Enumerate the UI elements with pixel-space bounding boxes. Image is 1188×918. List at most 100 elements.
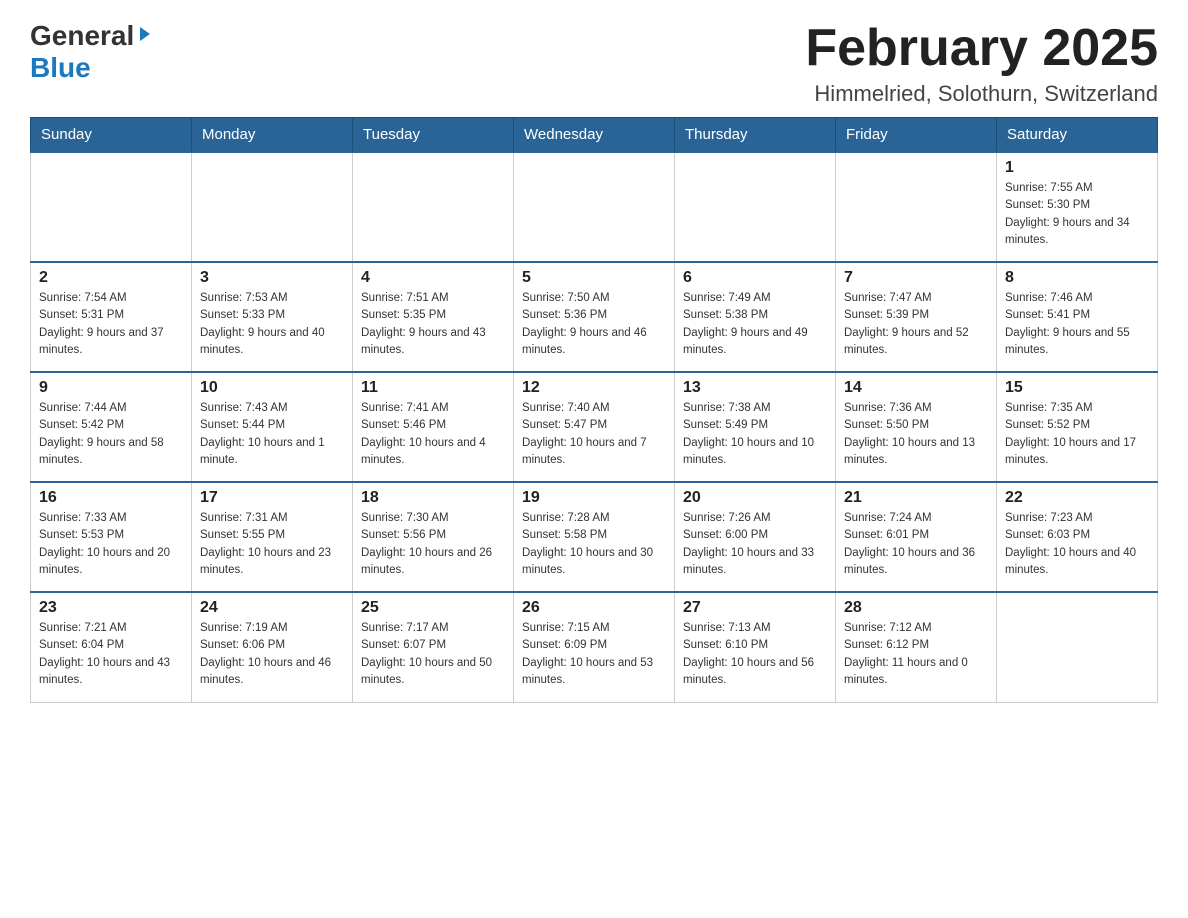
day-number: 6	[683, 269, 827, 287]
logo: General Blue	[30, 20, 154, 84]
day-info: Sunrise: 7:43 AMSunset: 5:44 PMDaylight:…	[200, 400, 344, 469]
day-number: 4	[361, 269, 505, 287]
day-number: 20	[683, 489, 827, 507]
calendar-cell: 8 Sunrise: 7:46 AMSunset: 5:41 PMDaylight…	[997, 262, 1158, 372]
day-info: Sunrise: 7:30 AMSunset: 5:56 PMDaylight:…	[361, 510, 505, 579]
calendar-cell: 14 Sunrise: 7:36 AMSunset: 5:50 PMDayligh…	[836, 372, 997, 482]
day-number: 23	[39, 599, 183, 617]
calendar-cell: 17Sunrise: 7:31 AMSunset: 5:55 PMDayligh…	[192, 482, 353, 592]
day-number: 13	[683, 379, 827, 397]
calendar-cell	[192, 152, 353, 262]
day-info: Sunrise: 7:46 AMSunset: 5:41 PMDaylight:…	[1005, 290, 1149, 359]
calendar-cell: 21Sunrise: 7:24 AMSunset: 6:01 PMDayligh…	[836, 482, 997, 592]
day-number: 18	[361, 489, 505, 507]
day-info: Sunrise: 7:36 AMSunset: 5:50 PMDaylight:…	[844, 400, 988, 469]
day-number: 16	[39, 489, 183, 507]
calendar-cell: 19 Sunrise: 7:28 AMSunset: 5:58 PMDayligh…	[514, 482, 675, 592]
day-number: 19	[522, 489, 666, 507]
calendar-cell: 4 Sunrise: 7:51 AMSunset: 5:35 PMDaylight…	[353, 262, 514, 372]
day-number: 1	[1005, 159, 1149, 177]
day-number: 12	[522, 379, 666, 397]
day-number: 10	[200, 379, 344, 397]
day-info: Sunrise: 7:51 AMSunset: 5:35 PMDaylight:…	[361, 290, 505, 359]
week-row-3: 16 Sunrise: 7:33 AMSunset: 5:53 PMDayligh…	[31, 482, 1158, 592]
calendar-cell: 25 Sunrise: 7:17 AMSunset: 6:07 PMDayligh…	[353, 592, 514, 702]
day-info: Sunrise: 7:53 AMSunset: 5:33 PMDaylight:…	[200, 290, 344, 359]
calendar-cell: 24 Sunrise: 7:19 AMSunset: 6:06 PMDayligh…	[192, 592, 353, 702]
calendar-cell: 22Sunrise: 7:23 AMSunset: 6:03 PMDayligh…	[997, 482, 1158, 592]
day-info: Sunrise: 7:49 AMSunset: 5:38 PMDaylight:…	[683, 290, 827, 359]
day-number: 26	[522, 599, 666, 617]
day-info: Sunrise: 7:28 AMSunset: 5:58 PMDaylight:…	[522, 510, 666, 579]
calendar-cell: 16 Sunrise: 7:33 AMSunset: 5:53 PMDayligh…	[31, 482, 192, 592]
calendar-cell: 10 Sunrise: 7:43 AMSunset: 5:44 PMDayligh…	[192, 372, 353, 482]
day-number: 28	[844, 599, 988, 617]
location-title: Himmelried, Solothurn, Switzerland	[805, 81, 1158, 107]
logo-blue-text: Blue	[30, 52, 91, 83]
month-title: February 2025	[805, 20, 1158, 77]
day-info: Sunrise: 7:24 AMSunset: 6:01 PMDaylight:…	[844, 510, 988, 579]
day-info: Sunrise: 7:55 AMSunset: 5:30 PMDaylight:…	[1005, 180, 1149, 249]
week-row-1: 2Sunrise: 7:54 AMSunset: 5:31 PMDaylight…	[31, 262, 1158, 372]
logo-general-text: General	[30, 20, 134, 52]
day-info: Sunrise: 7:26 AMSunset: 6:00 PMDaylight:…	[683, 510, 827, 579]
calendar-cell: 5Sunrise: 7:50 AMSunset: 5:36 PMDaylight…	[514, 262, 675, 372]
calendar-cell: 27Sunrise: 7:13 AMSunset: 6:10 PMDayligh…	[675, 592, 836, 702]
calendar-cell: 1 Sunrise: 7:55 AMSunset: 5:30 PMDaylight…	[997, 152, 1158, 262]
calendar-cell: 18 Sunrise: 7:30 AMSunset: 5:56 PMDayligh…	[353, 482, 514, 592]
day-info: Sunrise: 7:35 AMSunset: 5:52 PMDaylight:…	[1005, 400, 1149, 469]
calendar-cell: 28 Sunrise: 7:12 AMSunset: 6:12 PMDayligh…	[836, 592, 997, 702]
day-number: 9	[39, 379, 183, 397]
header-monday: Monday	[192, 118, 353, 153]
page-header: General Blue February 2025 Himmelried, S…	[30, 20, 1158, 107]
day-info: Sunrise: 7:21 AMSunset: 6:04 PMDaylight:…	[39, 620, 183, 689]
calendar-cell: 12 Sunrise: 7:40 AMSunset: 5:47 PMDayligh…	[514, 372, 675, 482]
calendar-cell: 15 Sunrise: 7:35 AMSunset: 5:52 PMDayligh…	[997, 372, 1158, 482]
day-info: Sunrise: 7:19 AMSunset: 6:06 PMDaylight:…	[200, 620, 344, 689]
day-number: 3	[200, 269, 344, 287]
day-info: Sunrise: 7:12 AMSunset: 6:12 PMDaylight:…	[844, 620, 988, 689]
calendar-cell: 20 Sunrise: 7:26 AMSunset: 6:00 PMDayligh…	[675, 482, 836, 592]
day-number: 24	[200, 599, 344, 617]
day-info: Sunrise: 7:33 AMSunset: 5:53 PMDaylight:…	[39, 510, 183, 579]
day-number: 14	[844, 379, 988, 397]
title-block: February 2025 Himmelried, Solothurn, Swi…	[805, 20, 1158, 107]
calendar-cell: 11Sunrise: 7:41 AMSunset: 5:46 PMDayligh…	[353, 372, 514, 482]
day-info: Sunrise: 7:40 AMSunset: 5:47 PMDaylight:…	[522, 400, 666, 469]
calendar-cell: 23 Sunrise: 7:21 AMSunset: 6:04 PMDayligh…	[31, 592, 192, 702]
day-number: 8	[1005, 269, 1149, 287]
day-number: 25	[361, 599, 505, 617]
day-number: 17	[200, 489, 344, 507]
header-saturday: Saturday	[997, 118, 1158, 153]
calendar-cell	[353, 152, 514, 262]
days-header-row: Sunday Monday Tuesday Wednesday Thursday…	[31, 118, 1158, 153]
calendar-cell: 6 Sunrise: 7:49 AMSunset: 5:38 PMDaylight…	[675, 262, 836, 372]
day-number: 2	[39, 269, 183, 287]
header-wednesday: Wednesday	[514, 118, 675, 153]
calendar-cell	[31, 152, 192, 262]
day-info: Sunrise: 7:44 AMSunset: 5:42 PMDaylight:…	[39, 400, 183, 469]
day-info: Sunrise: 7:50 AMSunset: 5:36 PMDaylight:…	[522, 290, 666, 359]
calendar-cell	[997, 592, 1158, 702]
day-info: Sunrise: 7:47 AMSunset: 5:39 PMDaylight:…	[844, 290, 988, 359]
header-tuesday: Tuesday	[353, 118, 514, 153]
day-number: 15	[1005, 379, 1149, 397]
day-info: Sunrise: 7:17 AMSunset: 6:07 PMDaylight:…	[361, 620, 505, 689]
week-row-2: 9 Sunrise: 7:44 AMSunset: 5:42 PMDaylight…	[31, 372, 1158, 482]
logo-arrow-icon	[136, 25, 154, 48]
calendar-cell: 9 Sunrise: 7:44 AMSunset: 5:42 PMDaylight…	[31, 372, 192, 482]
day-info: Sunrise: 7:41 AMSunset: 5:46 PMDaylight:…	[361, 400, 505, 469]
day-info: Sunrise: 7:38 AMSunset: 5:49 PMDaylight:…	[683, 400, 827, 469]
header-sunday: Sunday	[31, 118, 192, 153]
calendar-table: Sunday Monday Tuesday Wednesday Thursday…	[30, 117, 1158, 703]
calendar-cell: 3 Sunrise: 7:53 AMSunset: 5:33 PMDaylight…	[192, 262, 353, 372]
day-info: Sunrise: 7:15 AMSunset: 6:09 PMDaylight:…	[522, 620, 666, 689]
day-number: 27	[683, 599, 827, 617]
calendar-cell	[675, 152, 836, 262]
calendar-cell: 26 Sunrise: 7:15 AMSunset: 6:09 PMDayligh…	[514, 592, 675, 702]
calendar-cell: 7Sunrise: 7:47 AMSunset: 5:39 PMDaylight…	[836, 262, 997, 372]
calendar-cell: 2Sunrise: 7:54 AMSunset: 5:31 PMDaylight…	[31, 262, 192, 372]
day-info: Sunrise: 7:23 AMSunset: 6:03 PMDaylight:…	[1005, 510, 1149, 579]
calendar-cell	[836, 152, 997, 262]
calendar-cell: 13 Sunrise: 7:38 AMSunset: 5:49 PMDayligh…	[675, 372, 836, 482]
